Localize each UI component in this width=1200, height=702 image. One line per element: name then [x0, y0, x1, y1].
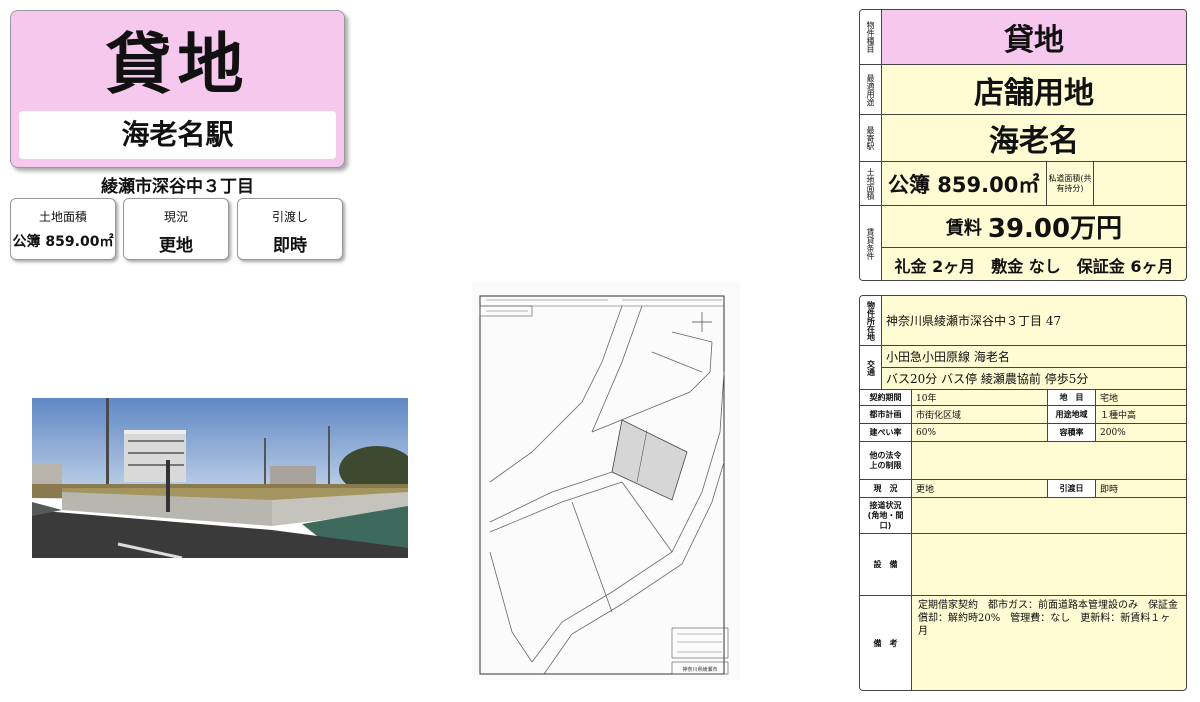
- row-planning: 都市計画 市街化区域 用途地域 １種中高: [860, 406, 1186, 424]
- row-station: 最寄駅 海老名: [860, 115, 1186, 162]
- row-best-use: 最適用途 店舗用地: [860, 65, 1186, 115]
- label-equipment: 設 備: [860, 534, 912, 595]
- label-status: 現 況: [860, 480, 912, 497]
- label-best-use: 最適用途: [860, 65, 882, 114]
- station-name: 海老名駅: [19, 111, 336, 159]
- value-equipment: [912, 534, 1186, 595]
- value-transport-line2: バス20分 バス停 綾瀬農協前 停歩5分: [886, 372, 1089, 386]
- row-land-area: 土地面積 公簿 859.00㎡ 私道面積(共有持分): [860, 162, 1186, 206]
- rent-line: 賃料 39.00万円: [882, 206, 1186, 248]
- value-land-category: 宅地: [1100, 394, 1119, 404]
- info-box-label: 土地面積: [38, 210, 87, 224]
- info-box-area: 土地面積 公簿 859.00㎡: [10, 198, 116, 260]
- label-far: 容積率: [1048, 424, 1096, 441]
- value-contract: 10年: [912, 390, 1048, 405]
- value-legal: [912, 442, 1186, 479]
- row-location: 物件所在地 神奈川県綾瀬市深谷中３丁目 47: [860, 296, 1186, 346]
- title-card: 貸地 海老名駅: [10, 10, 345, 168]
- label-land-category: 地 目: [1048, 390, 1096, 405]
- value-handover: 即時: [1100, 485, 1119, 495]
- row-contract: 契約期間 10年 地 目 宅地: [860, 390, 1186, 406]
- value-location: 神奈川県綾瀬市深谷中３丁目 47: [886, 314, 1062, 328]
- label-planning: 都市計画: [860, 406, 912, 423]
- label-contract: 契約期間: [860, 390, 912, 405]
- row-status: 現 況 更地 引渡日 即時: [860, 480, 1186, 498]
- value-best-use: 店舗用地: [974, 75, 1094, 111]
- value-status: 更地: [912, 480, 1048, 497]
- detail-table: 物件所在地 神奈川県綾瀬市深谷中３丁目 47 交通 小田急小田原線 海老名 バス…: [859, 295, 1187, 691]
- info-box-value: 即時: [273, 236, 307, 256]
- info-box-status: 現況 更地: [123, 198, 229, 260]
- row-terms: 賃貸条件 賃料 39.00万円 礼金 2ヶ月 敷金 なし 保証金 6ヶ月: [860, 206, 1186, 280]
- info-box-value: 公簿 859.00㎡: [12, 234, 114, 250]
- row-transport: 交通 小田急小田原線 海老名 バス20分 バス停 綾瀬農協前 停歩5分: [860, 346, 1186, 390]
- label-coverage: 建ぺい率: [860, 424, 912, 441]
- value-land-area: 公簿 859.00㎡: [888, 172, 1040, 197]
- value-transport-line1: 小田急小田原線 海老名: [882, 346, 1186, 368]
- site-map: 神奈川県綾瀬市: [472, 282, 740, 680]
- label-station: 最寄駅: [860, 115, 882, 161]
- label-land-area: 土地面積: [860, 162, 882, 205]
- fees-line: 礼金 2ヶ月 敷金 なし 保証金 6ヶ月: [894, 257, 1174, 276]
- label-private-road: 私道面積(共有持分): [1046, 162, 1094, 205]
- row-property-type: 物件種目 貸地: [860, 10, 1186, 65]
- label-property-type: 物件種目: [860, 10, 882, 64]
- label-location: 物件所在地: [860, 296, 882, 345]
- address-line: 綾瀬市深谷中３丁目: [101, 177, 254, 197]
- value-coverage: 60%: [912, 424, 1048, 441]
- value-station: 海老名: [989, 124, 1079, 159]
- label-notes: 備 考: [860, 596, 912, 690]
- label-transport: 交通: [860, 346, 882, 389]
- row-legal: 他の法令上の制限: [860, 442, 1186, 480]
- summary-table: 物件種目 貸地 最適用途 店舗用地 最寄駅 海老名 土地面積 公簿 859.00…: [859, 9, 1187, 281]
- value-zone: １種中高: [1100, 411, 1137, 421]
- site-photo: [32, 398, 408, 558]
- info-box-label: 引渡し: [271, 210, 308, 224]
- label-access: 接道状況(角地・間口): [860, 498, 912, 533]
- info-box-value: 更地: [159, 236, 193, 256]
- value-planning: 市街化区域: [912, 406, 1048, 423]
- map-footer: 神奈川県綾瀬市: [682, 666, 717, 673]
- rent-value: 39.00万円: [987, 214, 1123, 244]
- property-type-title: 貸地: [105, 26, 250, 103]
- label-terms: 賃貸条件: [860, 206, 882, 280]
- info-box-label: 現況: [163, 210, 188, 224]
- row-equipment: 設 備: [860, 534, 1186, 596]
- row-coverage: 建ぺい率 60% 容積率 200%: [860, 424, 1186, 442]
- label-legal: 他の法令上の制限: [860, 442, 912, 479]
- row-notes: 備 考 定期借家契約 都市ガス：前面道路本管埋設のみ 保証金償却：解約時20% …: [860, 596, 1186, 690]
- value-far: 200%: [1100, 427, 1126, 438]
- rent-label: 賃料: [945, 217, 982, 239]
- label-handover: 引渡日: [1048, 480, 1096, 497]
- label-zone: 用途地域: [1048, 406, 1096, 423]
- value-access: [912, 498, 1186, 533]
- value-property-type: 貸地: [882, 10, 1186, 64]
- info-box-handover: 引渡し 即時: [237, 198, 343, 260]
- value-notes: 定期借家契約 都市ガス：前面道路本管埋設のみ 保証金償却：解約時20% 管理費：…: [918, 600, 1178, 637]
- row-access: 接道状況(角地・間口): [860, 498, 1186, 534]
